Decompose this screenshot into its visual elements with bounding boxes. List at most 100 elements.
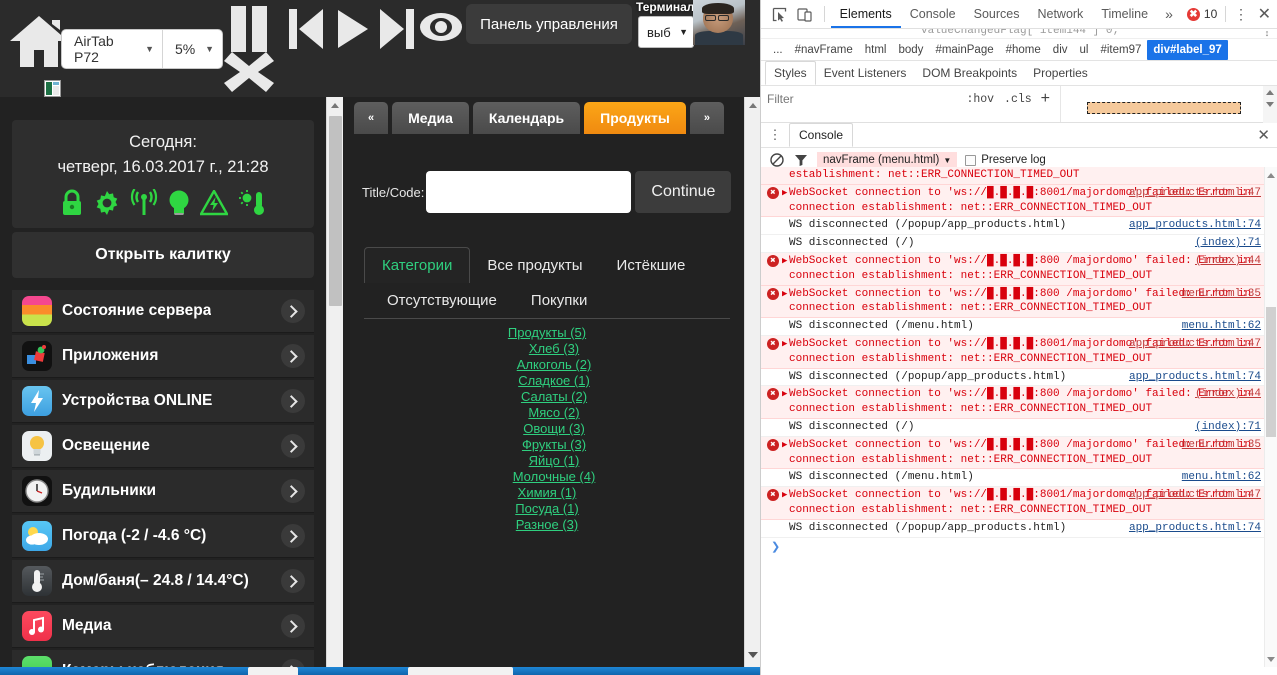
device-select[interactable]: AirTab P72 ▼: [62, 30, 162, 68]
drawer-tab-console[interactable]: Console: [789, 123, 853, 147]
breadcrumb-navframe[interactable]: #navFrame: [789, 40, 859, 60]
console-row[interactable]: (index):71 WS disconnected (/): [761, 235, 1277, 253]
error-count-badge[interactable]: ✖ 10: [1187, 7, 1217, 21]
tab-products[interactable]: Продукты: [584, 102, 686, 134]
wifi-icon[interactable]: [130, 189, 158, 217]
taskbar-item[interactable]: [248, 667, 298, 675]
list-item[interactable]: Продукты (5): [344, 325, 750, 341]
expand-triangle-icon[interactable]: ▶: [782, 254, 787, 269]
console-row[interactable]: establishment: net::ERR_CONNECTION_TIMED…: [761, 167, 1277, 185]
center-scrollbar[interactable]: [744, 97, 760, 675]
console-source-link[interactable]: app_products.html:74: [1129, 218, 1261, 233]
breadcrumb-ellipsis[interactable]: ...: [767, 40, 789, 60]
list-item[interactable]: Алкоголь (2): [344, 357, 750, 373]
tab-console[interactable]: Console: [901, 0, 965, 28]
console-row[interactable]: menu.html:62 WS disconnected (/menu.html…: [761, 469, 1277, 487]
subtab-categories[interactable]: Категории: [364, 247, 470, 283]
scroll-down-icon[interactable]: [1263, 98, 1277, 110]
expand-triangle-icon[interactable]: ▶: [782, 186, 787, 201]
home-icon[interactable]: [8, 14, 70, 69]
gear-icon[interactable]: [94, 190, 120, 216]
devtools-menu-icon[interactable]: ⋮: [1230, 6, 1251, 23]
cls-toggle[interactable]: .cls: [999, 93, 1037, 106]
expand-triangle-icon[interactable]: ▶: [782, 287, 787, 302]
resize-handle-icon[interactable]: ↕: [1261, 29, 1273, 38]
expand-triangle-icon[interactable]: ▶: [782, 488, 787, 503]
console-source-link[interactable]: app_products.html:74: [1129, 521, 1261, 536]
tab-event-listeners[interactable]: Event Listeners: [816, 61, 915, 85]
box-model-diagram[interactable]: [1087, 102, 1241, 114]
breadcrumb-body[interactable]: body: [893, 40, 930, 60]
tab-dom-breakpoints[interactable]: DOM Breakpoints: [914, 61, 1025, 85]
filter-icon[interactable]: [793, 152, 809, 168]
scroll-down-icon[interactable]: [745, 647, 760, 663]
list-item[interactable]: Фрукты (3): [344, 437, 750, 453]
lock-icon[interactable]: [60, 189, 84, 217]
sidebar-item-applications[interactable]: Приложения: [12, 335, 314, 378]
console-row[interactable]: ✖ ▶ app_products.html:47 WebSocket conne…: [761, 487, 1277, 520]
sidebar-item-media[interactable]: Медиа: [12, 605, 314, 648]
list-item[interactable]: Молочные (4): [344, 469, 750, 485]
list-item[interactable]: Сладкое (1): [344, 373, 750, 389]
breadcrumb-item97[interactable]: #item97: [1094, 40, 1147, 60]
console-row[interactable]: ✖ ▶ app_products.html:47 WebSocket conne…: [761, 336, 1277, 369]
scroll-up-icon[interactable]: [1265, 169, 1277, 181]
console-row[interactable]: menu.html:62 WS disconnected (/menu.html…: [761, 318, 1277, 336]
scroll-up-icon[interactable]: [327, 97, 343, 114]
tab-elements[interactable]: Elements: [831, 0, 901, 28]
list-item[interactable]: Яйцо (1): [344, 453, 750, 469]
tab-prev[interactable]: «: [354, 102, 388, 134]
subtab-all-products[interactable]: Все продукты: [470, 248, 599, 283]
console-row[interactable]: ✖ ▶ menu.html:35 WebSocket connection to…: [761, 437, 1277, 470]
console-row[interactable]: ✖ ▶ menu.html:35 WebSocket connection to…: [761, 286, 1277, 319]
console-source-link[interactable]: (index):71: [1195, 420, 1261, 435]
console-source-link[interactable]: menu.html:62: [1182, 319, 1261, 334]
console-source-link[interactable]: app_products.html:74: [1129, 370, 1261, 385]
sidebar-item-lighting[interactable]: Освещение: [12, 425, 314, 468]
scroll-down-icon[interactable]: [1265, 653, 1277, 665]
console-row[interactable]: app_products.html:74 WS disconnected (/p…: [761, 520, 1277, 538]
hov-toggle[interactable]: :hov: [961, 93, 999, 106]
high-voltage-warning-icon[interactable]: [200, 190, 228, 216]
scroll-up-icon[interactable]: [745, 97, 760, 113]
list-item[interactable]: Хлеб (3): [344, 341, 750, 357]
tab-media[interactable]: Медиа: [392, 102, 469, 134]
console-source-link[interactable]: app_products.html:47: [1129, 488, 1261, 503]
console-row[interactable]: (index):71 WS disconnected (/): [761, 419, 1277, 437]
list-item[interactable]: Овощи (3): [344, 421, 750, 437]
webcam-video[interactable]: [693, 0, 745, 45]
sidebar-item-devices-online[interactable]: Устройства ONLINE: [12, 380, 314, 423]
previous-button[interactable]: [285, 6, 329, 52]
console-row[interactable]: ✖ ▶ app_products.html:47 WebSocket conne…: [761, 185, 1277, 218]
list-item[interactable]: Разное (3): [344, 517, 750, 533]
console-source-link[interactable]: (index):71: [1195, 236, 1261, 251]
pause-button[interactable]: [228, 6, 272, 52]
breadcrumb-label97[interactable]: div#label_97: [1147, 40, 1227, 60]
eye-icon[interactable]: [418, 10, 464, 44]
console-row[interactable]: ✖ ▶ (index):44 WebSocket connection to '…: [761, 386, 1277, 419]
open-gate-button[interactable]: Открыть калитку: [12, 232, 314, 278]
tab-styles[interactable]: Styles: [765, 61, 816, 85]
scrollbar-thumb[interactable]: [329, 116, 342, 306]
expand-triangle-icon[interactable]: ▶: [782, 387, 787, 402]
play-button[interactable]: [330, 6, 374, 52]
styles-scrollbar[interactable]: [1263, 86, 1277, 123]
breadcrumb-home[interactable]: #home: [1000, 40, 1047, 60]
console-scrollbar[interactable]: [1264, 167, 1277, 667]
clear-console-icon[interactable]: [769, 152, 785, 168]
breadcrumb-mainpage[interactable]: #mainPage: [929, 40, 999, 60]
zoom-select[interactable]: 5% ▼: [162, 30, 222, 68]
scroll-up-icon[interactable]: [1263, 86, 1277, 98]
expand-triangle-icon[interactable]: ▶: [782, 337, 787, 352]
breadcrumb-ul[interactable]: ul: [1074, 40, 1095, 60]
console-source-link[interactable]: menu.html:62: [1182, 470, 1261, 485]
console-source-link[interactable]: app_products.html:47: [1129, 186, 1261, 201]
tab-timeline[interactable]: Timeline: [1092, 0, 1157, 28]
title-code-input[interactable]: [426, 171, 631, 213]
console-row[interactable]: app_products.html:74 WS disconnected (/p…: [761, 217, 1277, 235]
subtab-missing[interactable]: Отсутствующие: [370, 283, 514, 318]
continue-button[interactable]: Continue: [635, 171, 731, 213]
subtab-purchases[interactable]: Покупки: [514, 283, 604, 318]
tab-properties[interactable]: Properties: [1025, 61, 1096, 85]
preserve-log-checkbox[interactable]: Preserve log: [965, 154, 1046, 166]
